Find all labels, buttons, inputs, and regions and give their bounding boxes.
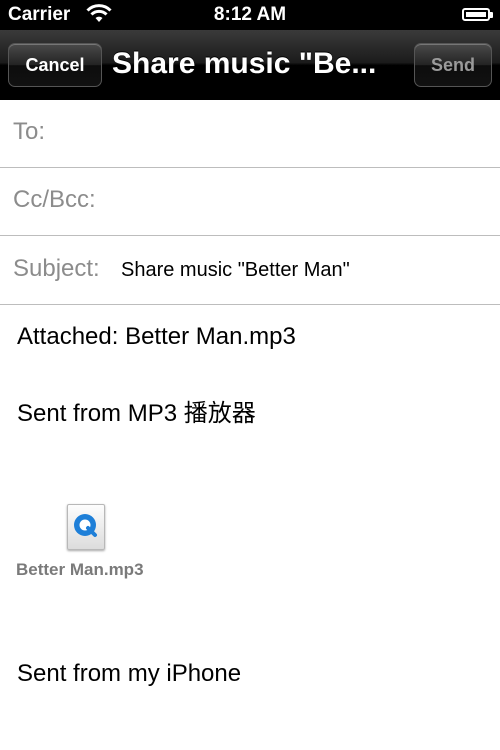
cc-bcc-field[interactable]: Cc/Bcc: bbox=[0, 168, 500, 236]
to-field[interactable]: To: bbox=[0, 100, 500, 168]
attached-line[interactable]: Attached: Better Man.mp3 bbox=[17, 323, 296, 351]
to-label: To: bbox=[13, 118, 46, 145]
compose-title: Share music "Be... bbox=[112, 47, 377, 80]
cancel-button[interactable]: Cancel bbox=[8, 43, 102, 87]
clock: 8:12 AM bbox=[213, 4, 287, 25]
subject-label: Subject: bbox=[13, 255, 100, 282]
status-bar: Carrier 8:12 AM bbox=[0, 0, 500, 30]
battery-nub bbox=[490, 12, 493, 18]
attachment-filename[interactable]: Better Man.mp3 bbox=[16, 560, 144, 580]
navigation-bar: Cancel Share music "Be... Send bbox=[0, 30, 500, 100]
signature-line[interactable]: Sent from my iPhone bbox=[17, 660, 241, 688]
quicktime-audio-icon[interactable] bbox=[67, 504, 105, 550]
subject-value[interactable]: Share music "Better Man" bbox=[121, 259, 350, 282]
send-button[interactable]: Send bbox=[414, 43, 492, 87]
battery-icon bbox=[462, 8, 490, 21]
sent-from-app-line[interactable]: Sent from MP3 播放器 bbox=[17, 393, 256, 428]
cc-bcc-label: Cc/Bcc: bbox=[13, 186, 96, 213]
quicktime-logo-icon bbox=[74, 514, 97, 537]
subject-field[interactable]: Subject: Share music "Better Man" bbox=[0, 237, 500, 305]
